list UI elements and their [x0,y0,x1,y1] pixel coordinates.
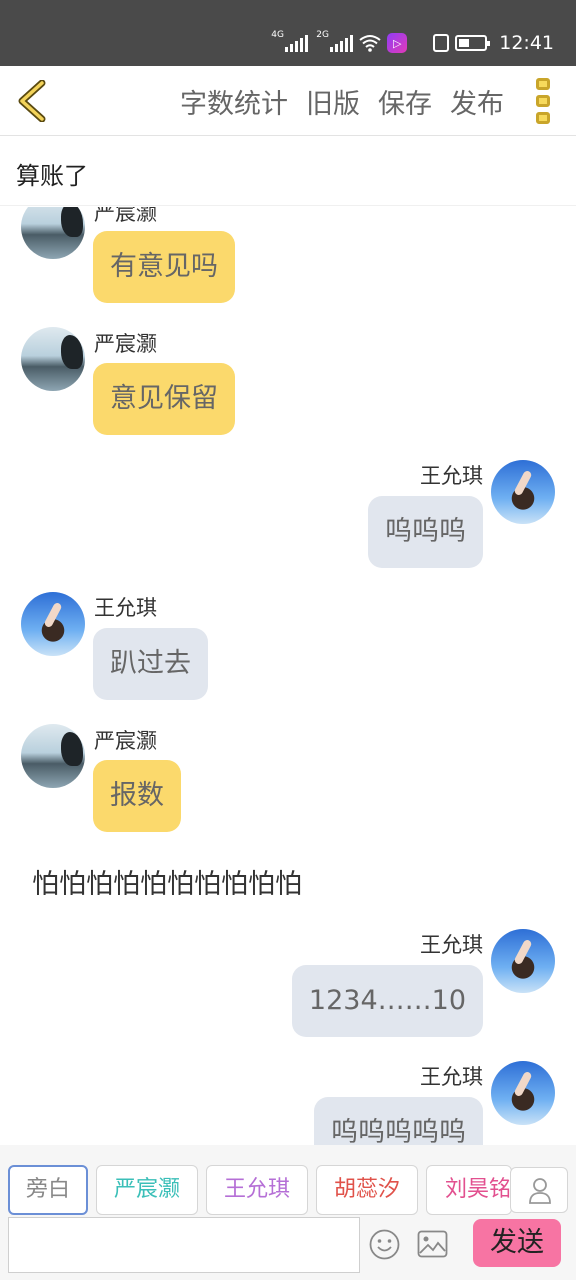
clock: 12:41 [499,32,554,54]
publish-button[interactable]: 发布 [450,82,504,121]
message-input[interactable] [8,1217,360,1273]
manage-roles-button[interactable] [510,1167,568,1213]
story-title-row[interactable]: 算账了 [0,136,576,206]
speaker-name: 王允琪 [420,1065,483,1089]
message-bubble[interactable]: 趴过去 [93,628,208,700]
speaker-name: 王允琪 [420,933,483,957]
vibrate-icon [433,34,450,52]
message-bubble[interactable]: 意见保留 [93,363,235,435]
avatar[interactable] [491,460,555,524]
signal-icon: 4G [271,30,309,52]
message-bubble[interactable]: 报数 [93,760,181,832]
save-button[interactable]: 保存 [378,82,432,121]
emoji-icon[interactable] [369,1229,400,1260]
speaker-name: 严宸灏 [94,332,157,356]
role-tab-hu[interactable]: 胡蕊汐 [316,1165,418,1215]
word-count-button[interactable]: 字数统计 [180,82,288,121]
chat-area[interactable]: 严宸灏 有意见吗 严宸灏 意见保留 王允琪 呜呜呜 王允琪 趴过去 严宸灏 报数… [0,207,576,1145]
speaker-name: 王允琪 [420,464,483,488]
avatar[interactable] [21,592,85,656]
message-bubble[interactable]: 呜呜呜 [368,496,483,568]
send-button[interactable]: 发送 [473,1219,561,1267]
speaker-name: 严宸灏 [94,207,157,225]
narration-text[interactable]: 怕怕怕怕怕怕怕怕怕怕 [32,862,302,901]
old-version-button[interactable]: 旧版 [306,82,360,121]
avatar[interactable] [491,1061,555,1125]
role-tab-narrator[interactable]: 旁白 [8,1165,88,1215]
editor-toolbar: 字数统计 旧版 保存 发布 [0,66,576,136]
avatar[interactable] [21,724,85,788]
avatar[interactable] [491,929,555,993]
input-bar: 发送 [0,1215,576,1280]
role-selector-bar: 旁白 严宸灏 王允琪 胡蕊汐 刘昊铭 [0,1145,576,1215]
message-bubble[interactable]: 有意见吗 [93,231,235,303]
person-icon [529,1178,551,1204]
network-type-1: 4G [271,30,284,40]
avatar[interactable] [21,327,85,391]
wifi-icon [359,35,381,52]
signal-icon: 2G [316,30,354,52]
speaker-name: 严宸灏 [94,729,157,753]
message-bubble[interactable]: 1234……10 [291,965,483,1037]
image-icon[interactable] [417,1230,448,1258]
role-tab-wang[interactable]: 王允琪 [206,1165,308,1215]
speaker-name: 王允琪 [94,596,157,620]
more-menu-icon[interactable] [536,78,554,124]
network-type-2: 2G [316,30,329,40]
role-tab-yan[interactable]: 严宸灏 [96,1165,198,1215]
role-tab-liu[interactable]: 刘昊铭 [426,1165,512,1215]
battery-icon [455,35,491,51]
status-bar: 4G 2G ▷ 12:41 [0,0,576,66]
avatar[interactable] [21,207,85,259]
video-app-icon: ▷ [387,33,408,53]
back-icon[interactable] [16,80,48,122]
story-title: 算账了 [16,162,88,190]
message-bubble[interactable]: 呜呜呜呜呜 [314,1097,483,1145]
